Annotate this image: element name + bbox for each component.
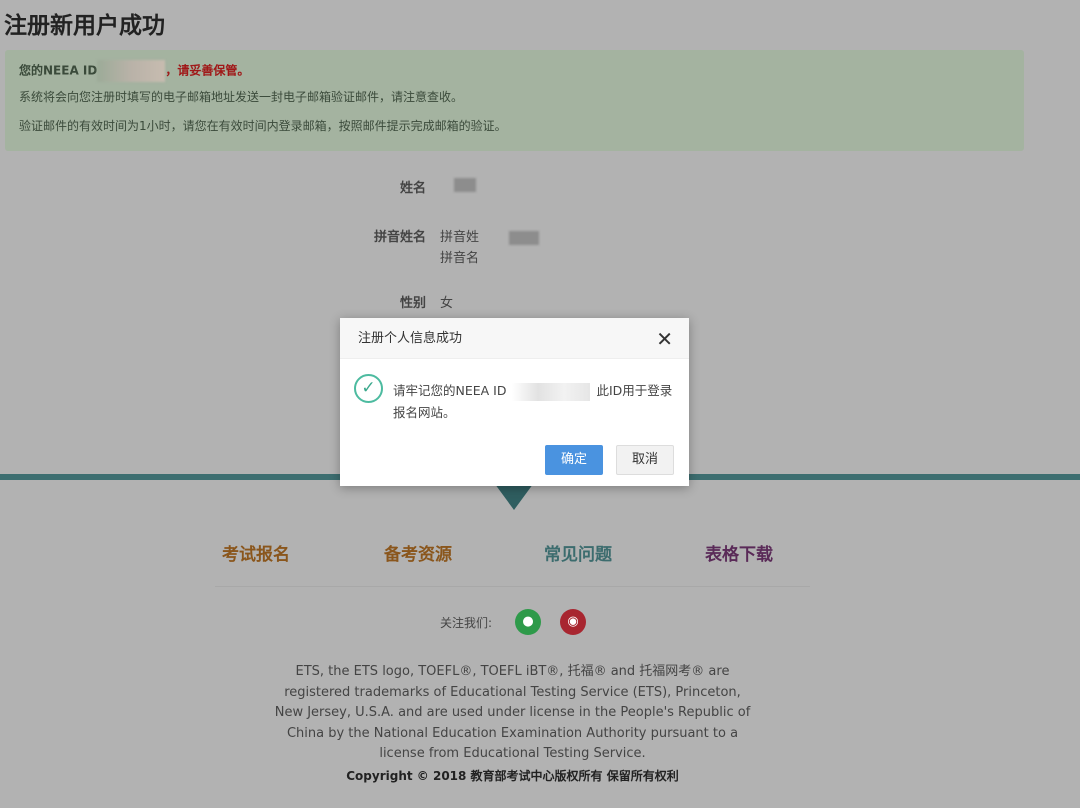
email-notice: 系统将会向您注册时填写的电子邮箱地址发送一封电子邮箱验证邮件，请注意查收。	[19, 89, 1010, 118]
success-dialog: 注册个人信息成功 ✕ ✓ 请牢记您的NEEA ID此ID用于登录报名网站。 确定…	[340, 318, 689, 486]
pinyin-label: 拼音姓名	[374, 226, 426, 245]
cancel-button[interactable]: 取消	[616, 445, 674, 475]
trademark-notice: ETS, the ETS logo, TOEFL®, TOEFL iBT®, 托…	[270, 662, 755, 765]
footer-divider	[215, 586, 810, 587]
nav-prep-resources[interactable]: 备考资源	[384, 540, 452, 565]
check-circle-icon: ✓	[354, 374, 383, 403]
close-icon[interactable]: ✕	[656, 327, 673, 351]
redacted-id	[97, 60, 165, 82]
nav-form-download[interactable]: 表格下载	[705, 540, 773, 565]
dialog-title: 注册个人信息成功	[340, 318, 689, 359]
redacted-id	[512, 383, 590, 401]
nav-faq[interactable]: 常见问题	[544, 540, 612, 565]
name-value	[440, 177, 476, 192]
follow-us-label: 关注我们:	[440, 614, 492, 631]
success-notice: 您的NEEA ID ，请妥善保管。 系统将会向您注册时填写的电子邮箱地址发送一封电…	[5, 50, 1024, 151]
keep-safe-text: ，请妥善保管。	[165, 64, 249, 78]
gender-value: 女	[440, 292, 453, 311]
confirm-button[interactable]: 确定	[545, 445, 603, 475]
dialog-message: 请牢记您的NEEA ID此ID用于登录报名网站。	[393, 380, 678, 424]
wechat-icon[interactable]: ●	[515, 609, 541, 635]
name-label: 姓名	[400, 177, 426, 196]
copyright: Copyright © 2018 教育部考试中心版权所有 保留所有权利	[0, 767, 1025, 784]
pinyin-last-label: 拼音姓	[440, 230, 479, 245]
nav-exam-registration[interactable]: 考试报名	[222, 540, 290, 565]
pinyin-first-label: 拼音名	[440, 247, 479, 266]
validity-notice: 验证邮件的有效时间为1小时，请您在有效时间内登录邮箱，按照邮件提示完成邮箱的验证…	[19, 118, 1010, 147]
page-title: 注册新用户成功	[4, 6, 165, 40]
gender-label: 性别	[400, 292, 426, 311]
id-prefix: 您的NEEA ID	[19, 64, 97, 78]
weibo-icon[interactable]: ◉	[560, 609, 586, 635]
